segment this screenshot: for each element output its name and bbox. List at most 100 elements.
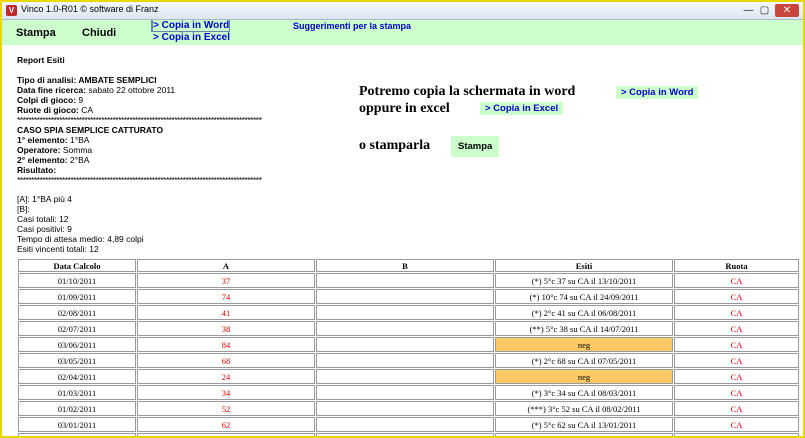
cell-data-calcolo: 02/12/2010 (18, 433, 136, 436)
window-title: Vinco 1.0-R01 © software di Franz (21, 4, 159, 14)
cell-b (316, 417, 494, 432)
cell-esito: neg (495, 369, 673, 384)
table-row: 02/12/201012 (*) 9°c 12 su CA il 23/12/20… (18, 433, 799, 436)
header-data-calcolo: Data Calcolo (18, 259, 136, 272)
tipo-value: AMBATE SEMPLICI (78, 75, 157, 85)
cell-esito: (*) 2°c 41 su CA il 06/08/2011 (495, 305, 673, 320)
suggerimenti-link[interactable]: Suggerimenti per la stampa (293, 21, 411, 31)
table-row: 03/06/2011 84 neg CA (18, 337, 799, 352)
cell-ruota: CA (674, 417, 799, 432)
title-bar: V Vinco 1.0-R01 © software di Franz — ▢ … (2, 2, 803, 20)
separator-stars: ****************************************… (17, 115, 262, 125)
copia-excel-link[interactable]: > Copia in Excel (153, 32, 230, 43)
cell-data-calcolo: 01/10/2011 (18, 273, 136, 288)
menu-bar: Stampa Chiudi > Copia in Word > Copia in… (2, 20, 803, 45)
separator-stars-2: ****************************************… (17, 175, 262, 185)
table-row: 03/05/2011 68 (*) 2°c 68 su CA il 07/05/20… (18, 353, 799, 368)
el1-value: 1°BA (70, 135, 90, 145)
close-icon[interactable]: ✕ (775, 4, 799, 17)
tipo-label: Tipo di analisi: (17, 75, 77, 85)
cell-ruota: CA (674, 289, 799, 304)
ruote-label: Ruote di gioco: (17, 105, 79, 115)
tempo-attesa: Tempo di attesa medio: 4,89 colpi (17, 234, 144, 244)
el1-label: 1° elemento: (17, 135, 68, 145)
cell-esito: (*) 9°c 12 su CA il 23/12/2010 (495, 433, 673, 436)
cell-data-calcolo: 03/05/2011 (18, 353, 136, 368)
b-line: [B]: (17, 204, 30, 214)
cell-a: 38 (137, 321, 315, 336)
cell-b (316, 305, 494, 320)
content-area: Report Esiti Tipo di analisi: AMBATE SEM… (2, 45, 799, 436)
cell-data-calcolo: 01/09/2011 (18, 289, 136, 304)
copia-excel-button[interactable]: > Copia in Excel (480, 102, 564, 115)
table-row: 01/09/2011 74 (*) 10°c 74 su CA il 24/09/2… (18, 289, 799, 304)
el2-label: 2° elemento: (17, 155, 68, 165)
cell-ruota: CA (674, 337, 799, 352)
cell-a: 12 (137, 433, 315, 436)
cell-ruota: CA (674, 401, 799, 416)
table-row: 02/04/2011 24 neg CA (18, 369, 799, 384)
cell-data-calcolo: 01/03/2011 (18, 385, 136, 400)
cell-esito: (*) 2°c 68 su CA il 07/05/2011 (495, 353, 673, 368)
cell-a: 41 (137, 305, 315, 320)
cell-esito: (*) 5°c 62 su CA il 13/01/2011 (495, 417, 673, 432)
app-window: V Vinco 1.0-R01 © software di Franz — ▢ … (0, 0, 805, 438)
cell-ruota: CA (674, 369, 799, 384)
hint-word-text: Potremo copia la schermata in word (359, 84, 576, 99)
cell-esito: (*) 5°c 37 su CA il 13/10/2011 (495, 273, 673, 288)
colpi-label: Colpi di gioco: (17, 95, 77, 105)
cell-a: 37 (137, 273, 315, 288)
casi-positivi: Casi positivi: 9 (17, 224, 72, 234)
op-value: Somma (62, 145, 93, 155)
cell-esito: (*) 3°c 34 su CA il 08/03/2011 (495, 385, 673, 400)
report-panel: Report Esiti Tipo di analisi: AMBATE SEM… (17, 55, 347, 254)
cell-data-calcolo: 03/06/2011 (18, 337, 136, 352)
esiti-totali: Esiti vincenti totali: 12 (17, 244, 99, 254)
cell-data-calcolo: 03/01/2011 (18, 417, 136, 432)
cell-b (316, 353, 494, 368)
cell-a: 24 (137, 369, 315, 384)
cell-esito: (*) 10°c 74 su CA il 24/09/2011 (495, 289, 673, 304)
app-logo-icon: V (6, 5, 17, 16)
copia-word-button[interactable]: > Copia in Word (616, 86, 699, 99)
cell-b (316, 369, 494, 384)
cell-a: 74 (137, 289, 315, 304)
table-row: 01/10/2011 37 (*) 5°c 37 su CA il 13/10/20… (18, 273, 799, 288)
table-row: 03/01/2011 62 (*) 5°c 62 su CA il 13/01/20… (18, 417, 799, 432)
table-row: 01/02/2011 52 (***) 3°c 52 su CA il 08/02/… (18, 401, 799, 416)
data-value: sabato 22 ottobre 2011 (88, 85, 176, 95)
cell-ruota: CA (674, 321, 799, 336)
a-line: [A]: 1°BA più 4 (17, 194, 72, 204)
cell-b (316, 385, 494, 400)
data-label: Data fine ricerca: (17, 85, 86, 95)
cell-b (316, 337, 494, 352)
maximize-icon[interactable]: ▢ (758, 4, 771, 17)
table-row: 02/08/2011 41 (*) 2°c 41 su CA il 06/08/20… (18, 305, 799, 320)
table-row: 02/07/2011 38 (**) 5°c 38 su CA il 14/07/2… (18, 321, 799, 336)
el2-value: 2°BA (70, 155, 90, 165)
op-label: Operatore: (17, 145, 61, 155)
ruote-value: CA (81, 105, 94, 115)
header-a: A (137, 259, 315, 272)
minimize-icon[interactable]: — (742, 4, 755, 17)
table-header-row: Data Calcolo A B Esiti Ruota (18, 259, 799, 272)
esiti-table: Data Calcolo A B Esiti Ruota 01/10/2011 3… (17, 258, 799, 436)
table-row: 01/03/2011 34 (*) 3°c 34 su CA il 08/03/20… (18, 385, 799, 400)
cell-esito: (**) 5°c 38 su CA il 14/07/2011 (495, 321, 673, 336)
header-ruota: Ruota (674, 259, 799, 272)
cell-a: 52 (137, 401, 315, 416)
cell-esito: (***) 3°c 52 su CA il 08/02/2011 (495, 401, 673, 416)
cell-ruota: CA (674, 305, 799, 320)
cell-a: 68 (137, 353, 315, 368)
header-b: B (316, 259, 494, 272)
cell-b (316, 289, 494, 304)
cell-b (316, 273, 494, 288)
copia-word-link[interactable]: > Copia in Word (153, 20, 229, 31)
cell-b (316, 433, 494, 436)
chiudi-menu-button[interactable]: Chiudi (82, 27, 116, 39)
cell-a: 62 (137, 417, 315, 432)
scrollbar[interactable] (799, 45, 803, 436)
stampa-menu-button[interactable]: Stampa (16, 27, 56, 39)
cell-esito: neg (495, 337, 673, 352)
stampa-button[interactable]: Stampa (451, 136, 500, 157)
